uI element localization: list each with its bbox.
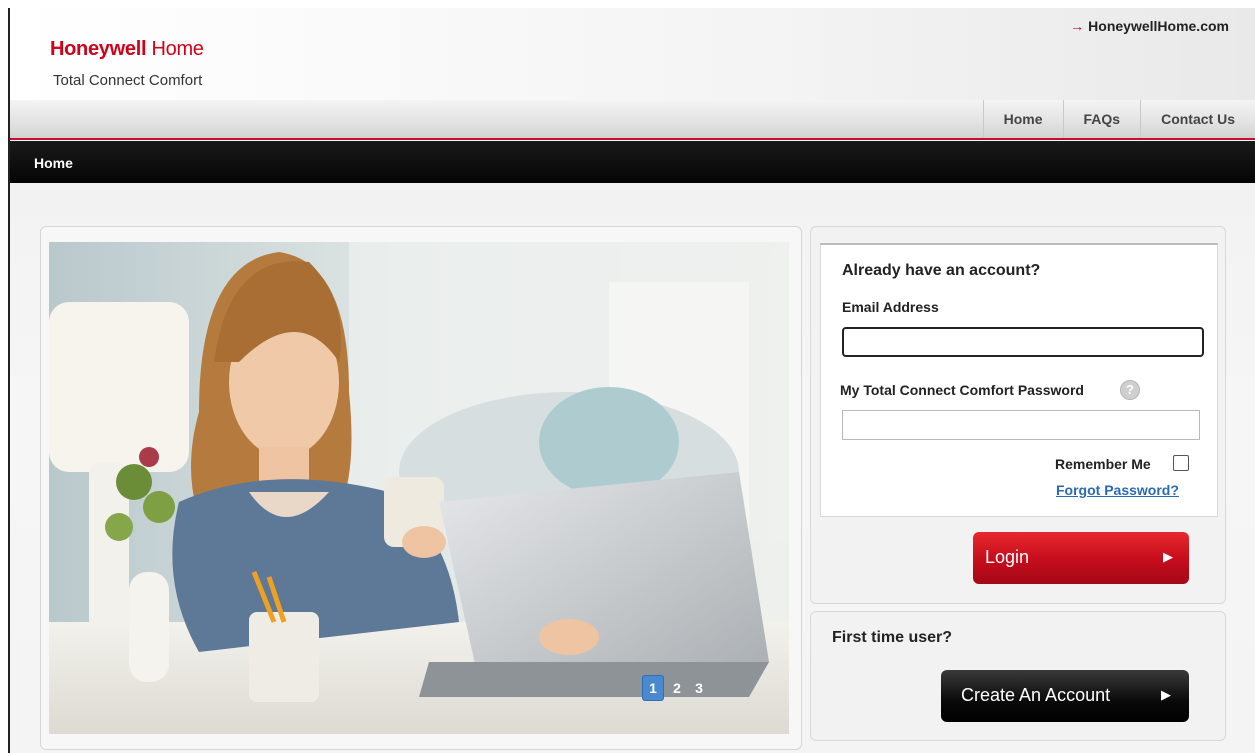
nav-contact-us[interactable]: Contact Us [1140,100,1255,138]
main-nav: Home FAQs Contact Us [10,100,1255,140]
breadcrumb: Home [10,141,1255,183]
signup-title: First time user? [832,629,953,646]
hero-image [49,242,789,734]
login-form [820,243,1218,517]
help-icon[interactable]: ? [1120,380,1140,400]
honeywell-home-link-label: HoneywellHome.com [1088,18,1229,34]
brand-logo[interactable]: Honeywell Home [50,38,204,61]
carousel-page-2[interactable]: 2 [666,675,688,701]
password-input[interactable] [842,410,1200,440]
carousel-page-3[interactable]: 3 [688,675,710,701]
create-account-button[interactable]: Create An Account ▶ [941,670,1189,722]
login-title: Already have an account? [842,262,1041,279]
login-button-label: Login [985,547,1030,567]
email-label: Email Address [842,299,939,315]
nav-faqs[interactable]: FAQs [1062,100,1141,138]
email-input[interactable] [842,327,1204,357]
carousel-pager: 1 2 3 [642,675,710,701]
create-account-label: Create An Account [961,685,1111,705]
play-arrow-icon: ▶ [1163,549,1173,564]
arrow-right-icon: → [1070,18,1085,34]
nav-home[interactable]: Home [982,100,1063,138]
page: Honeywell Home Total Connect Comfort → Ho… [0,0,1255,753]
carousel-page-1[interactable]: 1 [642,675,664,701]
brand-subtitle: Total Connect Comfort [53,72,203,89]
breadcrumb-current: Home [34,155,73,171]
forgot-password-link[interactable]: Forgot Password? [1056,482,1179,498]
remember-me-checkbox[interactable] [1173,455,1189,471]
honeywell-home-link[interactable]: → HoneywellHome.com [1070,18,1229,34]
login-button[interactable]: Login ▶ [973,532,1189,584]
brand-name: Honeywell [50,38,147,60]
password-label: My Total Connect Comfort Password [840,382,1084,398]
remember-me-label: Remember Me [1055,456,1151,472]
play-arrow-icon: ▶ [1161,687,1171,702]
brand-home: Home [146,38,204,60]
header: Honeywell Home Total Connect Comfort → Ho… [10,8,1255,100]
